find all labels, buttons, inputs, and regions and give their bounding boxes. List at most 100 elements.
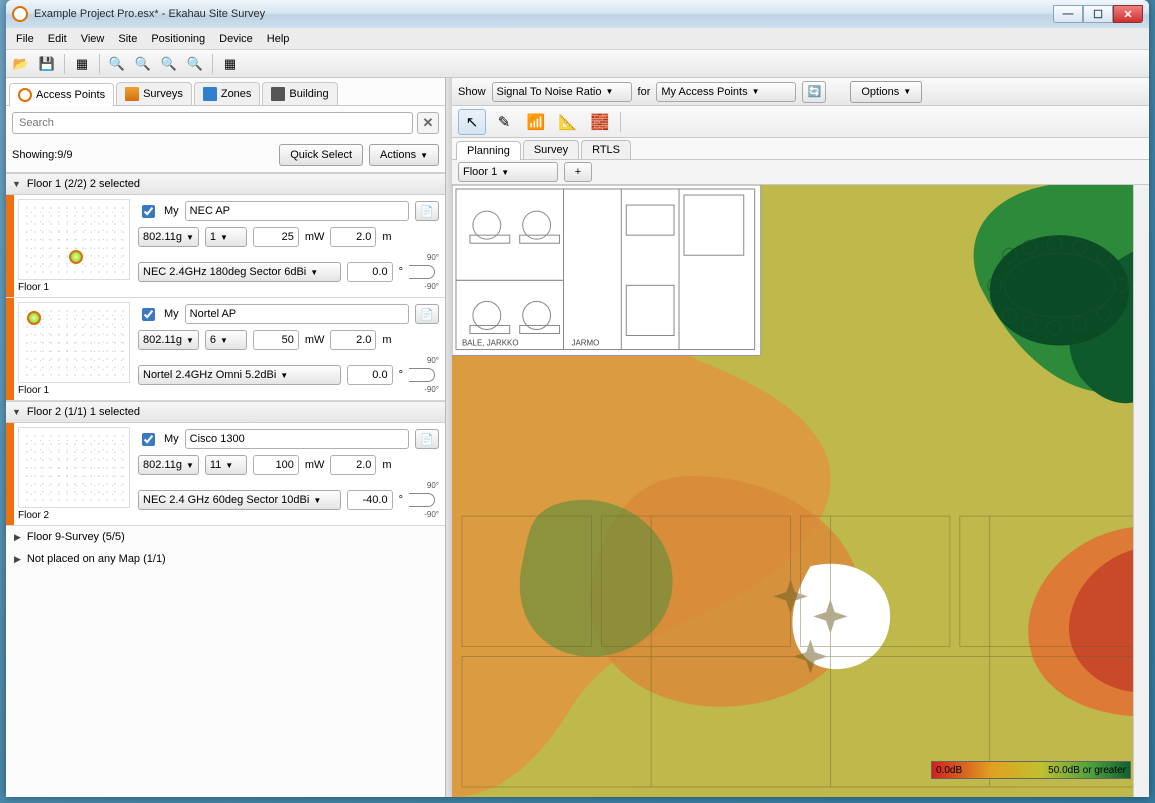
ap-angle-input[interactable] bbox=[347, 262, 393, 282]
ap-power-unit: mW bbox=[305, 231, 325, 243]
quick-select-button[interactable]: Quick Select bbox=[279, 144, 363, 166]
ap-channel-select[interactable]: 6▼ bbox=[205, 330, 247, 350]
maximize-button[interactable]: ☐ bbox=[1083, 5, 1113, 23]
clear-search-button[interactable]: ✕ bbox=[417, 112, 439, 134]
zoom-area-button[interactable]: 🔍 bbox=[184, 53, 206, 75]
group-header-floor1[interactable]: ▼ Floor 1 (2/2) 2 selected bbox=[6, 173, 445, 195]
group-header-label: Floor 1 (2/2) 2 selected bbox=[27, 178, 140, 190]
map-scrollbar[interactable] bbox=[1133, 185, 1149, 797]
tab-rtls[interactable]: RTLS bbox=[581, 140, 631, 159]
menu-help[interactable]: Help bbox=[261, 31, 296, 47]
ap-edit-button[interactable]: 📄 bbox=[415, 201, 439, 221]
ap-height-input[interactable] bbox=[330, 455, 376, 475]
ap-antenna-select[interactable]: NEC 2.4GHz 180deg Sector 6dBi▼ bbox=[138, 262, 341, 282]
access-points-icon bbox=[18, 88, 32, 102]
ap-angle-unit: ° bbox=[399, 494, 403, 506]
scale-tool-button[interactable]: 📐 bbox=[554, 109, 582, 135]
ap-floor-label: Floor 1 bbox=[18, 383, 130, 396]
refresh-button[interactable]: 🔄 bbox=[802, 81, 826, 103]
ap-edit-button[interactable]: 📄 bbox=[415, 304, 439, 324]
tab-access-points[interactable]: Access Points bbox=[9, 83, 114, 106]
add-floor-button[interactable]: + bbox=[564, 162, 592, 182]
pointer-tool-button[interactable]: ↖ bbox=[458, 109, 486, 135]
options-button[interactable]: Options▼ bbox=[850, 81, 922, 103]
group-header-floor2[interactable]: ▼ Floor 2 (1/1) 1 selected bbox=[6, 401, 445, 423]
ap-band-select[interactable]: 802.11g▼ bbox=[138, 455, 199, 475]
ap-power-unit: mW bbox=[305, 459, 325, 471]
tab-survey[interactable]: Survey bbox=[523, 140, 579, 159]
expand-icon: ▶ bbox=[14, 554, 21, 565]
ap-my-checkbox[interactable] bbox=[142, 308, 155, 321]
tree-row-floor9[interactable]: ▶ Floor 9-Survey (5/5) bbox=[6, 526, 445, 548]
zones-icon bbox=[203, 87, 217, 101]
menu-edit[interactable]: Edit bbox=[42, 31, 73, 47]
ap-angle-unit: ° bbox=[399, 266, 403, 278]
ap-name-input[interactable] bbox=[185, 201, 409, 221]
ap-height-unit: m bbox=[382, 334, 391, 346]
tab-surveys[interactable]: Surveys bbox=[116, 82, 192, 105]
tab-building[interactable]: Building bbox=[262, 82, 337, 105]
ap-map-thumbnail[interactable] bbox=[18, 427, 130, 508]
grid-button[interactable]: ▦ bbox=[71, 53, 93, 75]
ap-map-thumbnail[interactable] bbox=[18, 302, 130, 383]
ap-power-input[interactable] bbox=[253, 330, 299, 350]
ap-my-checkbox[interactable] bbox=[142, 433, 155, 446]
ap-edit-button[interactable]: 📄 bbox=[415, 429, 439, 449]
open-button[interactable]: 📂 bbox=[10, 53, 32, 75]
close-button[interactable]: ✕ bbox=[1113, 5, 1143, 23]
for-label: for bbox=[638, 86, 651, 98]
ap-band-select[interactable]: 802.11g▼ bbox=[138, 227, 199, 247]
main-toolbar: 📂 💾 ▦ 🔍 🔍 🔍 🔍 ▦ bbox=[6, 50, 1149, 78]
ap-my-checkbox[interactable] bbox=[142, 205, 155, 218]
menu-positioning[interactable]: Positioning bbox=[145, 31, 211, 47]
ap-tool-button[interactable]: 📶 bbox=[522, 109, 550, 135]
ap-angle-input[interactable] bbox=[347, 365, 393, 385]
menu-view[interactable]: View bbox=[75, 31, 111, 47]
ap-antenna-select[interactable]: NEC 2.4 GHz 60deg Sector 10dBi▼ bbox=[138, 490, 341, 510]
ap-map-thumbnail[interactable] bbox=[18, 199, 130, 280]
window-title: Example Project Pro.esx* - Ekahau Site S… bbox=[34, 8, 1053, 20]
for-select[interactable]: My Access Points▼ bbox=[656, 82, 796, 102]
angle-indicator-icon[interactable]: 90°-90° bbox=[409, 253, 439, 291]
minimize-button[interactable]: — bbox=[1053, 5, 1083, 23]
search-input[interactable] bbox=[12, 112, 413, 134]
tab-zones[interactable]: Zones bbox=[194, 82, 261, 105]
ap-height-input[interactable] bbox=[330, 330, 376, 350]
ap-power-input[interactable] bbox=[253, 455, 299, 475]
collapse-icon: ▼ bbox=[12, 179, 21, 189]
wall-tool-button[interactable]: 🧱 bbox=[586, 109, 614, 135]
ap-angle-input[interactable] bbox=[347, 490, 393, 510]
ap-list: ▼ Floor 1 (2/2) 2 selected Floor 1 My bbox=[6, 172, 445, 797]
ap-color-bar bbox=[6, 195, 14, 297]
save-button[interactable]: 💾 bbox=[36, 53, 58, 75]
zoom-fit-button[interactable]: 🔍 bbox=[158, 53, 180, 75]
ap-height-input[interactable] bbox=[330, 227, 376, 247]
room-label: BALE, JARKKO bbox=[462, 338, 519, 347]
menu-file[interactable]: File bbox=[10, 31, 40, 47]
ap-channel-select[interactable]: 1▼ bbox=[205, 227, 247, 247]
map-canvas[interactable]: BALE, JARKKO JARMO 0.0dB 50.0dB or great… bbox=[452, 185, 1149, 797]
ap-power-input[interactable] bbox=[253, 227, 299, 247]
ap-name-input[interactable] bbox=[185, 429, 409, 449]
ap-power-unit: mW bbox=[305, 334, 325, 346]
tab-planning[interactable]: Planning bbox=[456, 141, 521, 160]
zoom-in-button[interactable]: 🔍 bbox=[106, 53, 128, 75]
ap-name-input[interactable] bbox=[185, 304, 409, 324]
ap-band-select[interactable]: 802.11g▼ bbox=[138, 330, 199, 350]
eraser-tool-button[interactable]: ✎ bbox=[490, 109, 518, 135]
zoom-out-button[interactable]: 🔍 bbox=[132, 53, 154, 75]
ap-my-label: My bbox=[164, 205, 179, 217]
table-button[interactable]: ▦ bbox=[219, 53, 241, 75]
angle-indicator-icon[interactable]: 90°-90° bbox=[409, 356, 439, 394]
menu-device[interactable]: Device bbox=[213, 31, 259, 47]
actions-button[interactable]: Actions▼ bbox=[369, 144, 439, 166]
tab-zones-label: Zones bbox=[221, 88, 252, 100]
show-select[interactable]: Signal To Noise Ratio▼ bbox=[492, 82, 632, 102]
ap-antenna-select[interactable]: Nortel 2.4GHz Omni 5.2dBi▼ bbox=[138, 365, 341, 385]
menu-site[interactable]: Site bbox=[112, 31, 143, 47]
ap-channel-select[interactable]: 11▼ bbox=[205, 455, 247, 475]
floor-select[interactable]: Floor 1▼ bbox=[458, 162, 558, 182]
tree-row-notplaced[interactable]: ▶ Not placed on any Map (1/1) bbox=[6, 548, 445, 570]
angle-indicator-icon[interactable]: 90°-90° bbox=[409, 481, 439, 519]
snr-legend: 0.0dB 50.0dB or greater bbox=[931, 761, 1131, 779]
